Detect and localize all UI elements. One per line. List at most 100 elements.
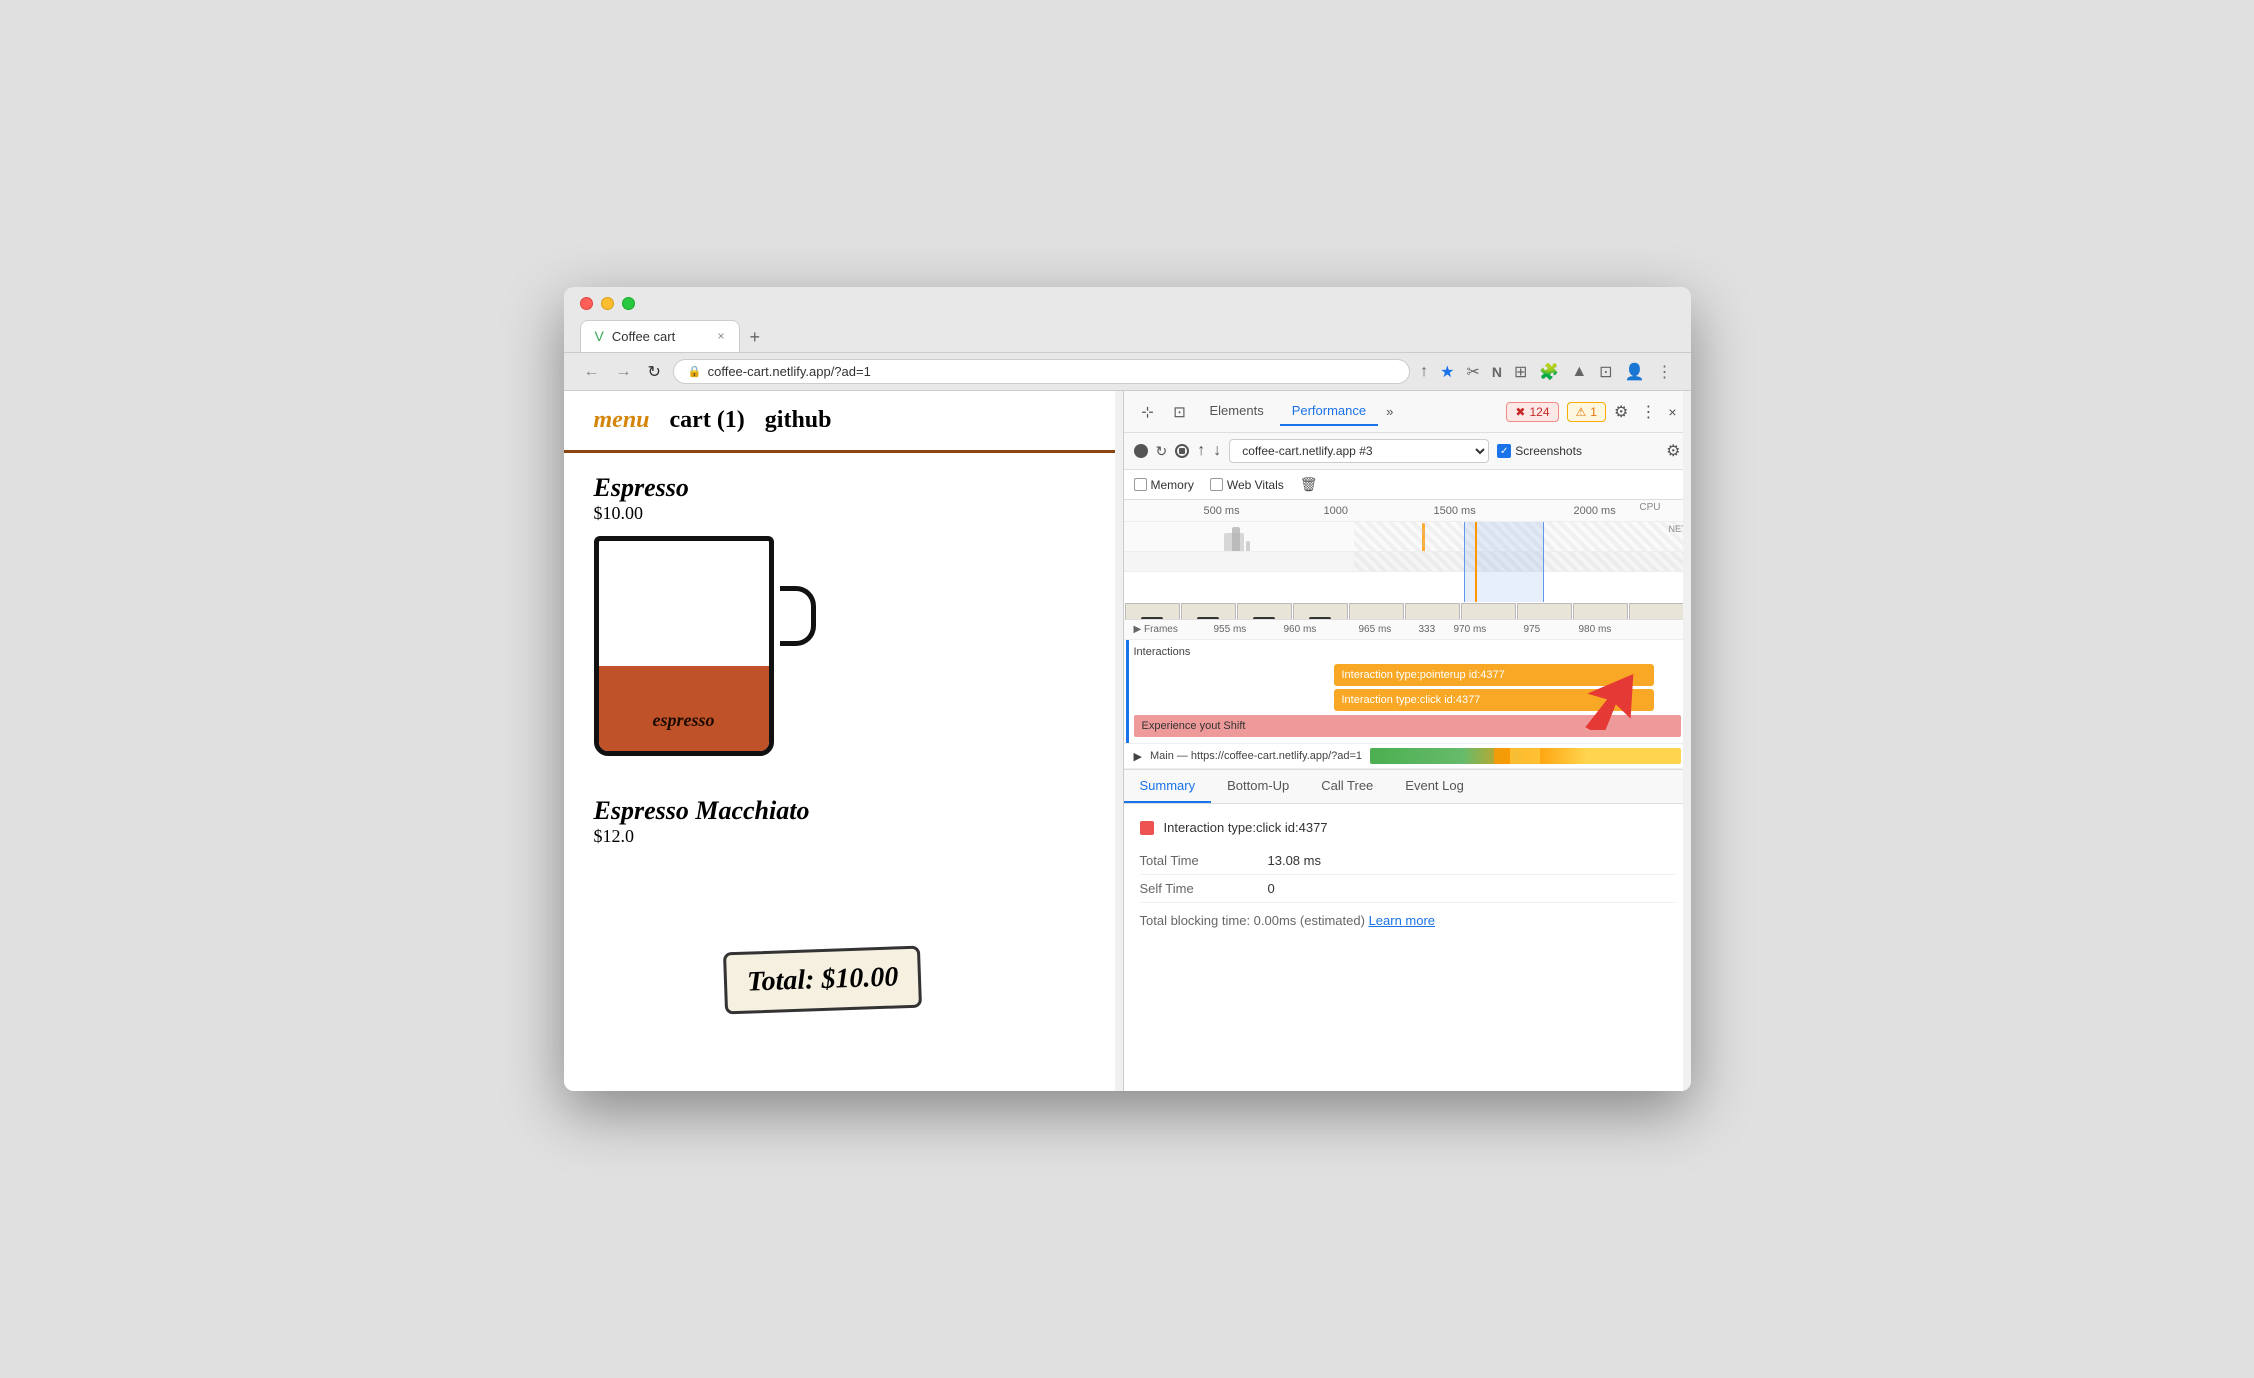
screenshots-toggle[interactable]: ✓ Screenshots <box>1497 444 1582 458</box>
time-955: ▶ Frames <box>1134 624 1178 635</box>
time-333: 333 <box>1419 624 1436 635</box>
layout-shift-bar: Experience yout Shift <box>1134 715 1681 737</box>
mug-handle <box>780 586 816 646</box>
mug-body: espresso <box>594 536 774 756</box>
new-tab-button[interactable]: + <box>740 323 771 352</box>
address-input[interactable]: 🔒 coffee-cart.netlify.app/?ad=1 <box>673 359 1410 384</box>
screenshots-checkbox[interactable]: ✓ <box>1497 444 1511 458</box>
load-profile-button[interactable]: ↑ <box>1197 442 1205 460</box>
main-thread-label: Main — https://coffee-cart.netlify.app/?… <box>1150 750 1362 762</box>
self-time-key: Self Time <box>1140 881 1260 896</box>
share-icon[interactable]: ↑ <box>1418 361 1430 383</box>
pointerup-label: Interaction type:pointerup id:4377 <box>1342 669 1505 681</box>
ruler-2000ms: 2000 ms <box>1574 505 1616 517</box>
notion-icon[interactable]: N <box>1490 362 1504 382</box>
capture-settings-button[interactable]: ⚙ <box>1666 441 1680 461</box>
warning-icon: ⚠ <box>1576 405 1587 419</box>
nav-menu-link[interactable]: menu <box>594 407 650 434</box>
espresso-macchiato-item: Espresso Macchiato $12.0 <box>594 796 1093 847</box>
minimize-button[interactable] <box>601 297 614 310</box>
error-badge[interactable]: ✖ 124 <box>1506 402 1558 422</box>
summary-panel: Interaction type:click id:4377 Total Tim… <box>1124 804 1691 1091</box>
self-time-value: 0 <box>1268 881 1275 896</box>
tab-elements[interactable]: Elements <box>1198 397 1276 426</box>
timeline-marker <box>1475 522 1477 602</box>
refresh-button[interactable]: ↻ <box>644 360 665 384</box>
nav-cart-link[interactable]: cart (1) <box>670 407 745 434</box>
devtools-panel: ⊹ ⊡ Elements Performance » ✖ 124 ⚠ 1 ⚙ ⋮… <box>1124 391 1691 1091</box>
click-interaction-bar[interactable]: Interaction type:click id:4377 <box>1334 689 1654 711</box>
user-icon[interactable]: 👤 <box>1623 360 1647 384</box>
tab-summary[interactable]: Summary <box>1124 770 1212 803</box>
timeline-area[interactable]: 500 ms 1000 1500 ms 2000 ms CPU <box>1124 500 1691 620</box>
browser-tab[interactable]: V Coffee cart × <box>580 320 740 352</box>
website-scrollbar[interactable] <box>1115 391 1123 1091</box>
bookmark-icon[interactable]: ★ <box>1438 360 1456 384</box>
timeline-ruler: 500 ms 1000 1500 ms 2000 ms CPU <box>1124 500 1691 522</box>
tab-performance[interactable]: Performance <box>1280 397 1378 426</box>
recording-bar: ↻ ↑ ↓ coffee-cart.netlify.app #3 ✓ Scree… <box>1124 433 1691 470</box>
site-content: Espresso $10.00 espresso Espresso Macchi… <box>564 453 1123 879</box>
nav-github-link[interactable]: github <box>765 407 832 434</box>
tab-bottom-up[interactable]: Bottom-Up <box>1211 770 1305 803</box>
tab-event-log[interactable]: Event Log <box>1389 770 1480 803</box>
more-tabs-button[interactable]: » <box>1382 398 1397 425</box>
close-button[interactable] <box>580 297 593 310</box>
detailed-timeline: ▶ Frames 955 ms 960 ms 965 ms 333 970 ms… <box>1124 620 1691 770</box>
devtools-close-button[interactable]: × <box>1664 400 1680 424</box>
interactions-label: Interactions <box>1134 646 1681 658</box>
espresso-price: $10.00 <box>594 503 1093 524</box>
save-profile-button[interactable]: ↓ <box>1213 442 1221 460</box>
timeline-tracks: NET <box>1124 522 1691 602</box>
total-badge: Total: $10.00 <box>722 946 921 1015</box>
target-select[interactable]: coffee-cart.netlify.app #3 <box>1229 439 1489 463</box>
main-thread-expand[interactable]: ▶ <box>1134 750 1142 763</box>
lock-icon: 🔒 <box>688 365 702 378</box>
frames-strip <box>1124 602 1691 620</box>
layout-icon[interactable]: ⊡ <box>1597 360 1614 384</box>
bottom-tabs: Summary Bottom-Up Call Tree Event Log <box>1124 770 1691 804</box>
devtools-more-button[interactable]: ⋮ <box>1636 398 1660 426</box>
device-toggle-button[interactable]: ⊡ <box>1166 398 1194 426</box>
record-reload-button[interactable]: ↻ <box>1156 443 1168 460</box>
main-content: menu cart (1) github Espresso $10.00 esp… <box>564 391 1691 1091</box>
lighthouse-icon[interactable]: ▲ <box>1569 361 1589 383</box>
extensions-icon[interactable]: 🧩 <box>1537 360 1561 384</box>
devtools-toolbar: ⊹ ⊡ Elements Performance » ✖ 124 ⚠ 1 ⚙ ⋮… <box>1124 391 1691 433</box>
inspect-element-button[interactable]: ⊹ <box>1134 398 1162 426</box>
pointerup-interaction-bar[interactable]: Interaction type:pointerup id:4377 <box>1334 664 1654 686</box>
toolbar-icons: ↑ ★ ✂ N ⊞ 🧩 ▲ ⊡ 👤 ⋮ <box>1418 360 1674 384</box>
cpu-overview-label: CPU <box>1639 502 1660 513</box>
maximize-button[interactable] <box>622 297 635 310</box>
summary-self-time-row: Self Time 0 <box>1140 875 1675 903</box>
record-button[interactable] <box>1134 444 1148 458</box>
time-955ms: 955 ms <box>1214 624 1247 635</box>
time-970ms: 970 ms <box>1454 624 1487 635</box>
back-button[interactable]: ← <box>580 361 604 383</box>
cut-icon[interactable]: ✂ <box>1464 360 1481 384</box>
learn-more-link[interactable]: Learn more <box>1369 913 1435 928</box>
ruler-500ms: 500 ms <box>1204 505 1240 517</box>
web-vitals-checkbox[interactable] <box>1210 478 1223 491</box>
checks-row: Memory Web Vitals 🗑 <box>1124 470 1691 500</box>
warning-badge[interactable]: ⚠ 1 <box>1567 402 1606 422</box>
mug-label: espresso <box>653 710 715 731</box>
tbt-text: Total blocking time: 0.00ms (estimated) <box>1140 913 1365 928</box>
espresso-name: Espresso <box>594 473 1093 503</box>
clear-button[interactable]: 🗑 <box>1300 476 1318 493</box>
devtools-scrollbar[interactable] <box>1683 391 1691 1091</box>
summary-color-indicator <box>1140 821 1154 835</box>
time-980ms: 980 ms <box>1579 624 1612 635</box>
web-vitals-label: Web Vitals <box>1227 478 1284 492</box>
memory-checkbox-label[interactable]: Memory <box>1134 478 1194 492</box>
grid-icon[interactable]: ⊞ <box>1512 360 1529 384</box>
web-vitals-checkbox-label[interactable]: Web Vitals <box>1210 478 1284 492</box>
tab-close-button[interactable]: × <box>717 329 724 343</box>
memory-checkbox[interactable] <box>1134 478 1147 491</box>
forward-button[interactable]: → <box>612 361 636 383</box>
stop-recording-button[interactable] <box>1175 444 1189 458</box>
tab-call-tree[interactable]: Call Tree <box>1305 770 1389 803</box>
menu-icon[interactable]: ⋮ <box>1655 360 1675 384</box>
devtools-settings-button[interactable]: ⚙ <box>1610 398 1632 426</box>
espresso-macchiato-price: $12.0 <box>594 826 1093 847</box>
